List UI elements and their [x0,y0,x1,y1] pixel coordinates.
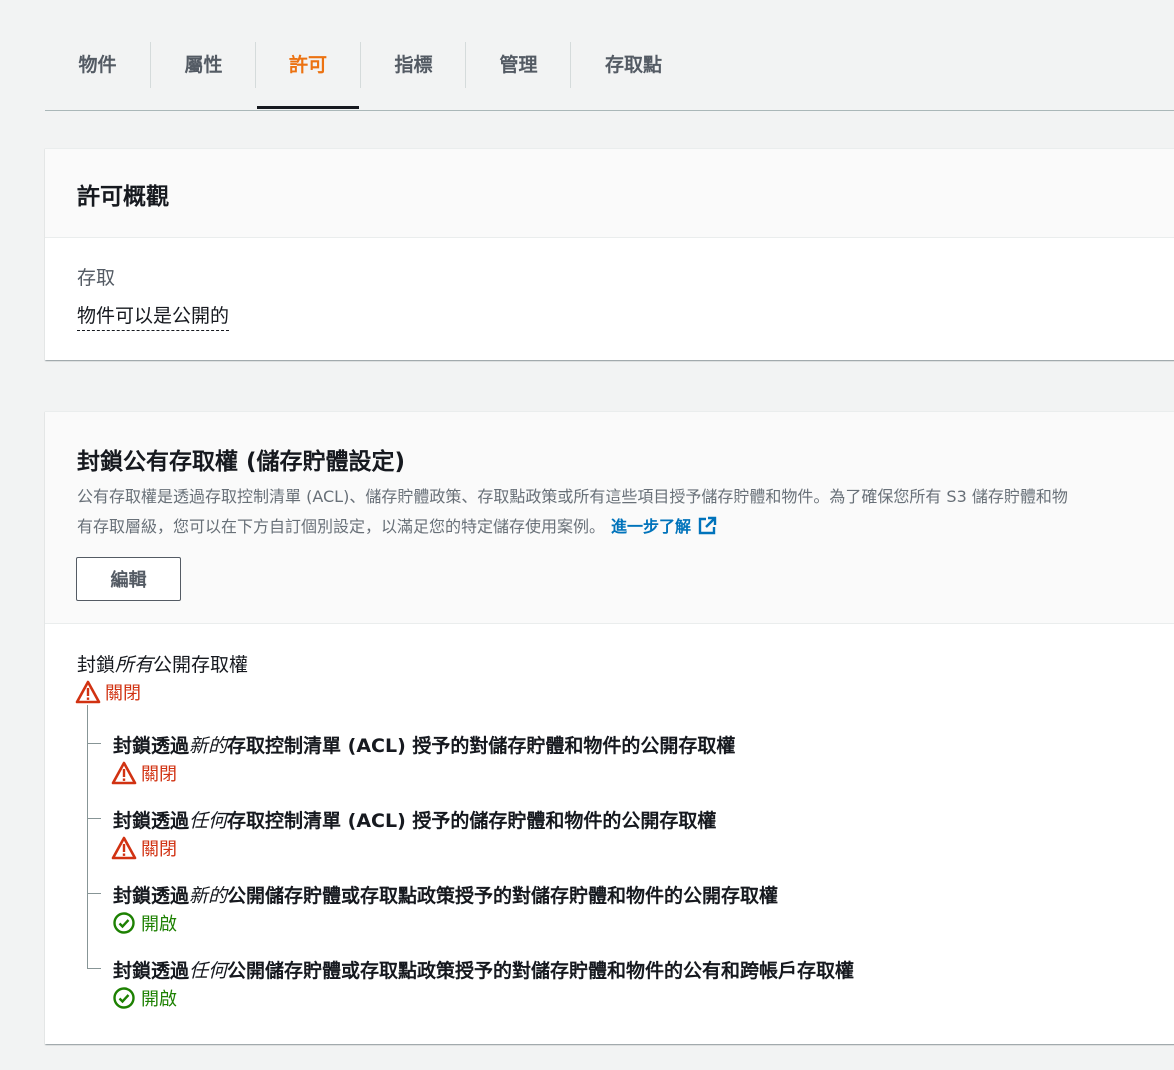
label-prefix: 封鎖透過 [113,885,190,907]
status-indicator: 開啟 [111,985,177,1011]
label-emphasis: 新的 [189,735,228,757]
permissions-overview-panel: 許可概觀 存取 物件可以是公開的 [45,148,1174,360]
panel-description: 公有存取權是透過存取控制清單 (ACL)、儲存貯體政策、存取點政策或所有這些項目… [77,482,1174,542]
warning-icon [75,680,101,704]
tree-branch [87,893,101,894]
tree-branch [87,818,101,819]
block-new-acl-label: 封鎖透過新的存取控制清單 (ACL) 授予的對儲存貯體和物件的公開存取權 [113,731,735,758]
label-prefix: 封鎖 [77,654,116,676]
label-emphasis: 任何 [189,810,228,832]
label-prefix: 封鎖透過 [113,735,190,757]
label-prefix: 封鎖透過 [113,960,190,982]
status-indicator: 關閉 [75,679,141,705]
tab-objects[interactable]: 物件 [45,42,150,108]
tab-properties[interactable]: 屬性 [151,42,256,108]
learn-more-label: 進一步了解 [611,517,692,536]
access-label: 存取 [77,267,116,289]
tab-bar: 物件 屬性 許可 指標 管理 存取點 [45,0,1174,111]
edit-button[interactable]: 編輯 [76,557,181,601]
block-any-policy-label: 封鎖透過任何公開儲存貯體或存取點政策授予的對儲存貯體和物件的公有和跨帳戶存取權 [113,956,854,983]
label-suffix: 存取控制清單 (ACL) 授予的對儲存貯體和物件的公開存取權 [227,735,736,757]
tab-separator [255,42,256,88]
check-circle-icon [113,912,135,934]
panel-header [45,149,1174,238]
panel-title: 封鎖公有存取權 (儲存貯體設定) [77,449,406,475]
label-emphasis: 新的 [189,885,228,907]
status-indicator: 關閉 [111,760,177,786]
description-line: 公有存取權是透過存取控制清單 (ACL)、儲存貯體政策、存取點政策或所有這些項目… [77,487,1068,506]
tab-permissions[interactable]: 許可 [257,42,359,109]
label-suffix: 公開存取權 [153,654,249,676]
status-text: 關閉 [105,683,141,704]
status-indicator: 關閉 [111,835,177,861]
description-text: 有存取層級，您可以在下方自訂個別設定，以滿足您的特定儲存使用案例。 [77,517,606,536]
label-emphasis: 任何 [189,960,228,982]
label-prefix: 封鎖透過 [113,810,190,832]
tab-access-points[interactable]: 存取點 [571,42,696,108]
tab-metrics[interactable]: 指標 [361,42,466,108]
status-indicator: 開啟 [111,910,177,936]
external-link-icon [698,516,717,535]
block-public-access-panel: 封鎖公有存取權 (儲存貯體設定) 公有存取權是透過存取控制清單 (ACL)、儲存… [45,411,1174,1044]
status-text: 開啟 [141,914,177,935]
tree-line [87,705,88,969]
status-text: 開啟 [141,989,177,1010]
status-text: 關閉 [141,764,177,785]
learn-more-link[interactable]: 進一步了解 [611,516,717,536]
warning-icon [111,761,137,785]
block-all-public-access-label: 封鎖所有公開存取權 [77,650,248,677]
access-value-popover[interactable]: 物件可以是公開的 [77,301,230,331]
label-emphasis: 所有 [115,654,154,676]
panel-title: 許可概觀 [77,184,169,210]
tab-management[interactable]: 管理 [466,42,571,108]
label-suffix: 公開儲存貯體或存取點政策授予的對儲存貯體和物件的公開存取權 [227,885,779,907]
label-suffix: 公開儲存貯體或存取點政策授予的對儲存貯體和物件的公有和跨帳戶存取權 [227,960,855,982]
block-new-policy-label: 封鎖透過新的公開儲存貯體或存取點政策授予的對儲存貯體和物件的公開存取權 [113,881,778,908]
description-line: 有存取層級，您可以在下方自訂個別設定，以滿足您的特定儲存使用案例。 進一步了解 [77,512,1174,542]
block-any-acl-label: 封鎖透過任何存取控制清單 (ACL) 授予的儲存貯體和物件的公開存取權 [113,806,716,833]
warning-icon [111,836,137,860]
check-circle-icon [113,987,135,1009]
status-text: 關閉 [141,839,177,860]
label-suffix: 存取控制清單 (ACL) 授予的儲存貯體和物件的公開存取權 [227,810,717,832]
tree-branch [87,968,101,969]
tree-branch [87,743,101,744]
